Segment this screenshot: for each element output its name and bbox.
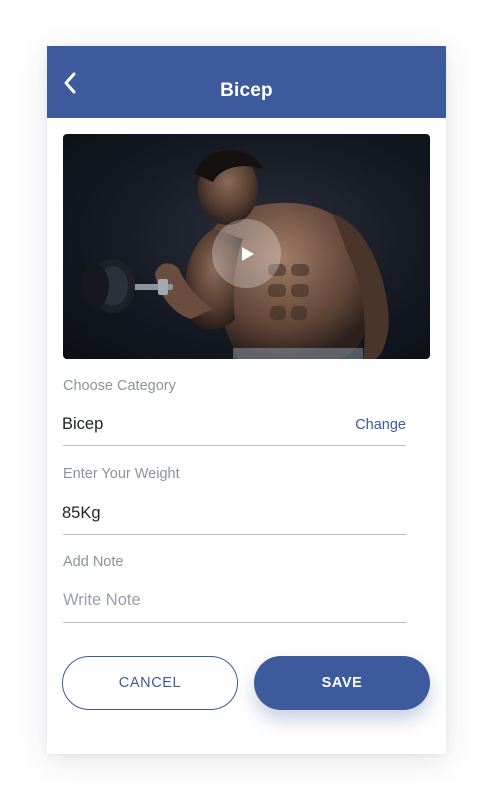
note-input[interactable] (63, 591, 363, 610)
change-category-link[interactable]: Change (355, 417, 406, 433)
play-button[interactable] (212, 219, 281, 288)
category-label: Choose Category (63, 378, 176, 394)
category-value: Bicep (62, 415, 104, 433)
save-button[interactable]: SAVE (254, 656, 430, 710)
play-icon (241, 246, 254, 261)
note-label: Add Note (63, 554, 124, 570)
app-window: Bicep Choose Category Bicep Change Enter… (47, 46, 446, 754)
weight-label: Enter Your Weight (63, 466, 180, 482)
page-title: Bicep (220, 80, 273, 101)
cancel-button[interactable]: CANCEL (62, 656, 238, 710)
category-underline (63, 445, 406, 446)
weight-underline (63, 534, 406, 535)
note-underline (63, 622, 406, 623)
app-header: Bicep (47, 46, 446, 118)
screen: Bicep Choose Category Bicep Change Enter… (0, 0, 500, 810)
exercise-video[interactable] (63, 134, 430, 359)
weight-value[interactable]: 85Kg (62, 504, 101, 523)
